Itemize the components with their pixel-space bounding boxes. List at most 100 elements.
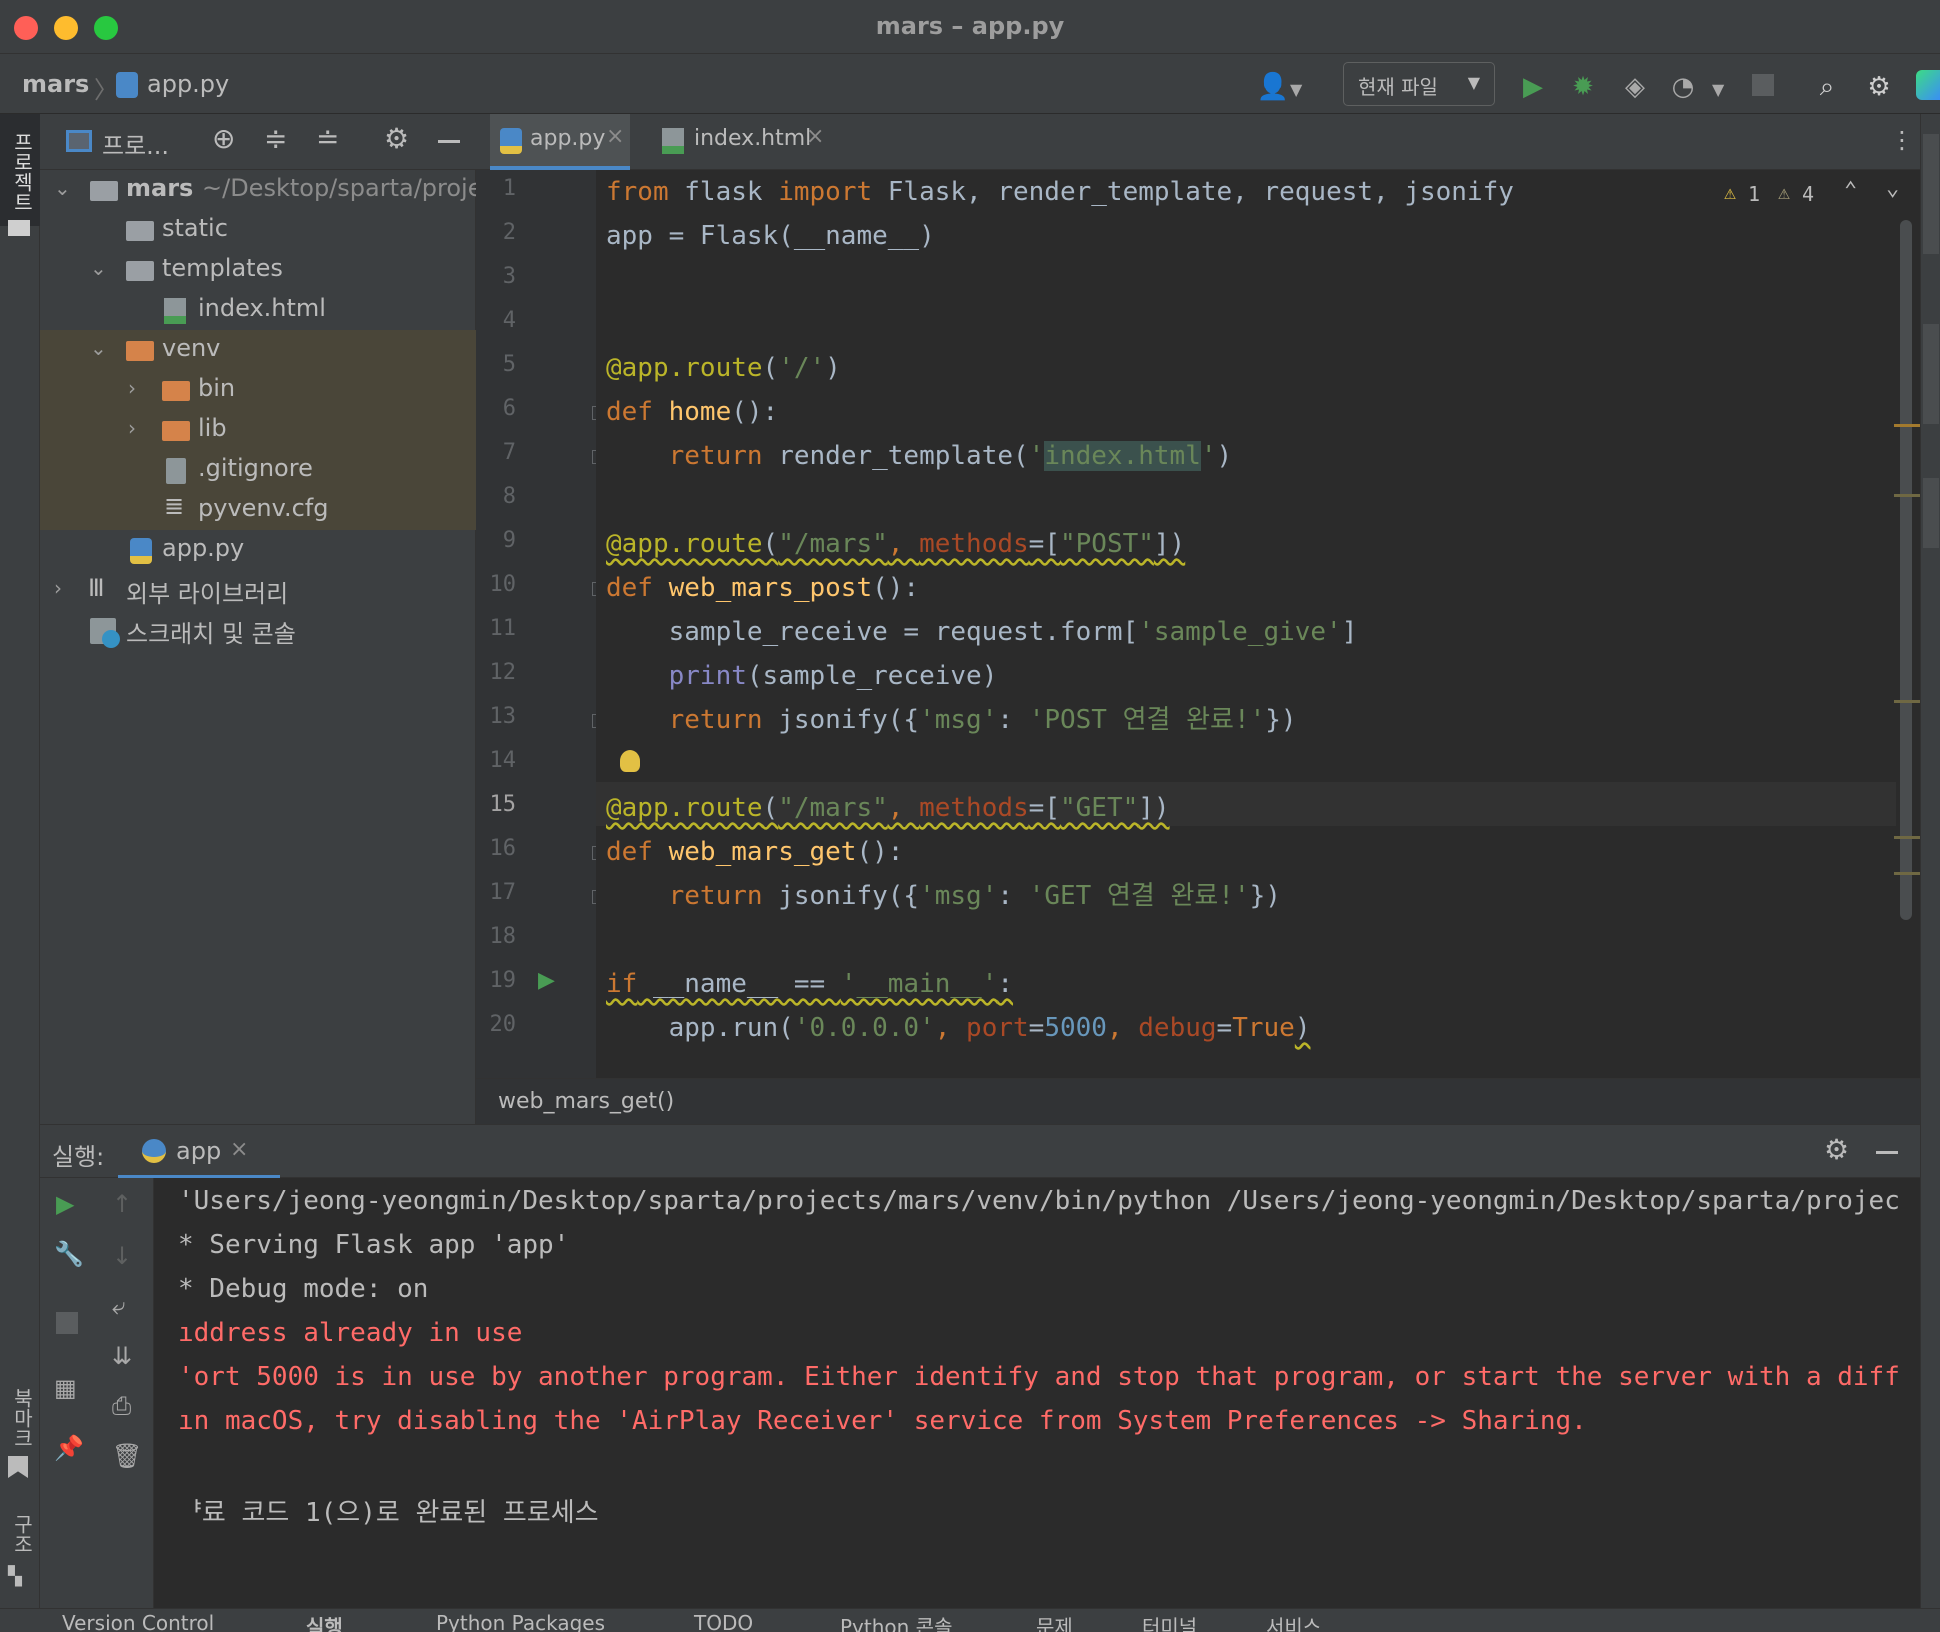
user-icon[interactable]: 👤 [1256, 70, 1290, 104]
warning-marker[interactable] [1894, 872, 1920, 875]
tree-item-venv[interactable]: ⌄ venv [40, 330, 476, 370]
chevron-right-icon[interactable]: › [128, 376, 136, 400]
tree-item-external-libraries[interactable]: › Ⅲ 외부 라이브러리 [40, 570, 476, 610]
project-panel-title[interactable]: 프로... [102, 126, 169, 161]
more-tabs-icon[interactable]: ⋮ [1890, 126, 1914, 154]
collapse-all-icon[interactable]: ≐ [316, 122, 339, 155]
tab-run[interactable]: 실행 [306, 1611, 343, 1632]
down-arrow-icon[interactable]: ↓ [112, 1242, 132, 1270]
warning-marker[interactable] [1894, 494, 1920, 497]
notifications-tool-tab[interactable] [1923, 478, 1939, 548]
tab-services[interactable]: 서비스 [1266, 1611, 1321, 1632]
code-line-15: @app.route("/mars", methods=["GET"]) [606, 786, 1170, 830]
lightbulb-icon[interactable] [620, 750, 640, 772]
editor-breadcrumb[interactable]: web_mars_get() [476, 1078, 1920, 1124]
trash-icon[interactable]: 🗑 [112, 1442, 142, 1470]
project-tool-tab[interactable]: 프로젝트 [0, 114, 40, 236]
database-tool-tab[interactable] [1923, 134, 1939, 254]
stop-icon[interactable] [1752, 74, 1774, 96]
pin-icon[interactable]: 📌 [54, 1434, 84, 1462]
run-console[interactable]: 'Users/jeong-yeongmin/Desktop/sparta/pro… [154, 1178, 1920, 1608]
stop-icon[interactable] [56, 1312, 78, 1334]
warning-icon[interactable]: ⚠ [1778, 180, 1790, 204]
gear-icon[interactable]: ⚙ [1862, 70, 1896, 104]
coverage-icon[interactable]: ◈ [1618, 70, 1652, 104]
hide-panel-icon[interactable] [1876, 1151, 1898, 1154]
hide-panel-icon[interactable] [438, 140, 460, 143]
warning-marker[interactable] [1894, 424, 1920, 427]
string: 'sample_give' [1138, 617, 1342, 647]
search-icon[interactable]: ⌕ [1810, 70, 1844, 104]
jetbrains-logo-icon[interactable] [1916, 70, 1940, 100]
code-editor[interactable]: from flask import Flask, render_template… [596, 170, 1920, 1078]
expand-all-icon[interactable]: ≑ [264, 122, 287, 155]
tab-terminal[interactable]: 터미널 [1142, 1611, 1197, 1632]
tree-item-mars[interactable]: ⌄ mars ~/Desktop/sparta/proje [40, 170, 476, 210]
more-run-dropdown-icon[interactable]: ▼ [1712, 80, 1724, 99]
chevron-down-icon[interactable]: ⌄ [90, 336, 107, 360]
tab-app-py[interactable]: app.py × [490, 114, 630, 170]
profile-icon[interactable]: ◔ [1666, 70, 1700, 104]
wrench-icon[interactable]: 🔧 [54, 1240, 84, 1268]
run-gutter-icon[interactable]: ▶ [538, 968, 555, 993]
string: 'GET 연결 완료!' [1028, 881, 1250, 911]
close-icon[interactable]: × [606, 124, 624, 149]
tree-item-lib[interactable]: › lib [40, 410, 476, 450]
nav-file[interactable]: app.py [147, 70, 229, 98]
tree-item-gitignore[interactable]: .gitignore [40, 450, 476, 490]
keyword: return [606, 441, 763, 471]
up-arrow-icon[interactable]: ↑ [112, 1190, 132, 1218]
print-icon[interactable]: ⎙ [112, 1392, 131, 1420]
next-highlight-icon[interactable]: ⌄ [1886, 176, 1899, 201]
tab-index-html[interactable]: index.html × [662, 114, 824, 170]
tab-python-console[interactable]: Python 콘솔 [840, 1611, 952, 1632]
tree-item-index-html[interactable]: index.html [40, 290, 476, 330]
bookmark-icon[interactable] [8, 1456, 28, 1478]
tree-item-bin[interactable]: › bin [40, 370, 476, 410]
tree-item-static[interactable]: static [40, 210, 476, 250]
weak-warning-icon[interactable]: ⚠ [1724, 180, 1736, 204]
previous-highlight-icon[interactable]: ⌃ [1844, 178, 1857, 203]
gear-icon[interactable]: ⚙ [1824, 1133, 1849, 1166]
debug-icon[interactable]: ✹ [1566, 70, 1600, 104]
tree-item-scratches[interactable]: 스크래치 및 콘솔 [40, 610, 476, 650]
layout-icon[interactable]: ▦ [54, 1374, 77, 1402]
builtin: print [668, 661, 747, 691]
code-text: flask [668, 177, 779, 207]
line-number: 10 [489, 572, 517, 597]
folder-icon [126, 221, 154, 241]
tab-problems[interactable]: 문제 [1036, 1611, 1073, 1632]
run-icon[interactable]: ▶ [1516, 70, 1550, 104]
chevron-right-icon[interactable]: › [54, 576, 62, 600]
close-icon[interactable]: × [806, 124, 824, 149]
tree-item-templates[interactable]: ⌄ templates [40, 250, 476, 290]
ignore-file-icon [166, 458, 186, 484]
tab-version-control[interactable]: Version Control [62, 1611, 214, 1632]
rerun-icon[interactable]: ▶ [56, 1190, 74, 1218]
user-dropdown-icon[interactable]: ▼ [1290, 80, 1302, 99]
run-config-select[interactable]: 현재 파일 ▼ [1343, 62, 1495, 106]
editor-scrollbar[interactable] [1900, 220, 1912, 920]
scroll-to-end-icon[interactable]: ⇊ [112, 1342, 132, 1370]
tab-todo[interactable]: TODO [694, 1611, 753, 1632]
warning-marker[interactable] [1894, 836, 1920, 839]
gear-icon[interactable]: ⚙ [384, 122, 409, 155]
sciview-tool-tab[interactable] [1923, 324, 1939, 424]
breadcrumb-function[interactable]: web_mars_get() [498, 1089, 674, 1114]
chevron-right-icon[interactable]: › [128, 416, 136, 440]
locate-icon[interactable]: ⊕ [212, 122, 235, 155]
chevron-down-icon[interactable]: ⌄ [54, 176, 71, 200]
soft-wrap-icon[interactable]: ⤶ [112, 1292, 125, 1320]
tree-item-pyvenv-cfg[interactable]: ≣ pyvenv.cfg [40, 490, 476, 530]
nav-project[interactable]: mars [22, 70, 89, 98]
chevron-down-icon[interactable]: ⌄ [90, 256, 107, 280]
tree-item-app-py[interactable]: app.py [40, 530, 476, 570]
string-highlight: index.html [1044, 441, 1201, 471]
warning-marker[interactable] [1894, 700, 1920, 703]
close-icon[interactable]: × [230, 1137, 248, 1162]
structure-icon[interactable]: ▚ [8, 1566, 22, 1587]
tab-run-app[interactable]: app × [118, 1125, 280, 1179]
tab-python-packages[interactable]: Python Packages [436, 1611, 605, 1632]
bookmark-tool-label[interactable]: 북마크 [8, 1388, 37, 1448]
structure-tool-label[interactable]: 구조 [8, 1514, 37, 1554]
